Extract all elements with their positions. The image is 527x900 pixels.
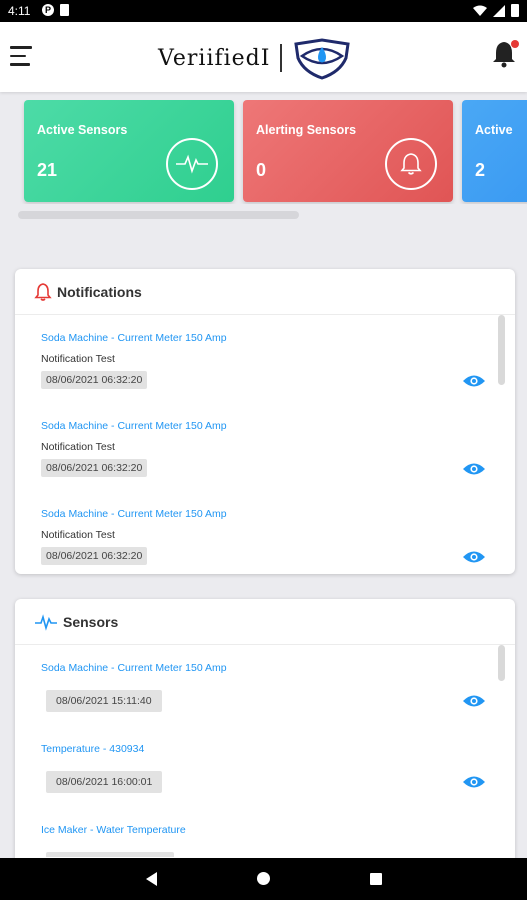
cards-scrollbar[interactable] xyxy=(18,211,299,219)
view-eye-icon[interactable] xyxy=(463,462,485,476)
active-card[interactable]: Active 2 xyxy=(462,100,527,202)
sensor-title: Soda Machine - Current Meter 150 Amp xyxy=(41,662,227,674)
notification-message: Notification Test xyxy=(41,441,115,453)
signal-icon xyxy=(493,4,505,17)
notification-message: Notification Test xyxy=(41,529,115,541)
app-logo: VeriifiedI xyxy=(158,36,352,80)
view-eye-icon[interactable] xyxy=(463,374,485,388)
notifications-bell-button[interactable] xyxy=(491,40,519,70)
alerting-sensors-card[interactable]: Alerting Sensors 0 xyxy=(243,100,453,202)
pulse-icon xyxy=(166,138,218,190)
logo-divider xyxy=(280,44,282,72)
sensors-title: Sensors xyxy=(63,614,119,630)
card-value: 2 xyxy=(475,160,486,180)
notification-title: Soda Machine - Current Meter 150 Amp xyxy=(41,420,227,432)
app-notification-icon: P xyxy=(42,4,54,16)
notification-date: 08/06/2021 06:32:20 xyxy=(41,371,148,389)
card-title: Active xyxy=(475,123,513,137)
back-icon[interactable] xyxy=(146,872,157,886)
pulse-icon xyxy=(35,614,57,631)
bell-outline-icon xyxy=(34,283,52,301)
sensors-list[interactable]: Soda Machine - Current Meter 150 Amp 08/… xyxy=(25,645,507,857)
sensors-scrollbar[interactable] xyxy=(498,645,505,681)
sensors-panel: Sensors Soda Machine - Current Meter 150… xyxy=(15,599,515,869)
wifi-icon xyxy=(473,5,487,16)
logo-text: VeriifiedI xyxy=(158,45,271,71)
sensor-title: Temperature - 430934 xyxy=(41,743,145,755)
view-eye-icon[interactable] xyxy=(463,694,485,708)
sensor-date: 08/06/2021 16:00:01 xyxy=(46,771,163,793)
view-eye-icon[interactable] xyxy=(463,775,485,789)
sensor-date xyxy=(46,852,174,857)
system-nav-bar xyxy=(0,858,527,900)
sensors-header: Sensors xyxy=(15,599,515,645)
card-title: Active Sensors xyxy=(37,123,128,137)
bell-icon xyxy=(385,138,437,190)
notification-message: Notification Test xyxy=(41,353,115,365)
menu-button[interactable] xyxy=(10,46,32,66)
notifications-header: Notifications xyxy=(15,269,515,315)
notification-title: Soda Machine - Current Meter 150 Amp xyxy=(41,332,227,344)
card-value: 21 xyxy=(37,160,58,180)
notification-date: 08/06/2021 06:32:20 xyxy=(41,547,148,565)
sensor-date: 08/06/2021 15:11:40 xyxy=(46,690,162,712)
sd-card-icon xyxy=(60,4,69,16)
notifications-panel: Notifications Soda Machine - Current Met… xyxy=(15,269,515,574)
notification-date: 08/06/2021 06:32:20 xyxy=(41,459,148,477)
view-eye-icon[interactable] xyxy=(463,856,485,857)
notifications-list[interactable]: Soda Machine - Current Meter 150 Amp Not… xyxy=(25,315,507,570)
status-bar: 4:11 P xyxy=(0,0,527,22)
notifications-title: Notifications xyxy=(57,284,142,300)
card-title: Alerting Sensors xyxy=(256,123,357,137)
notifications-scrollbar[interactable] xyxy=(498,315,505,385)
unread-badge xyxy=(511,40,519,48)
app-bar: VeriifiedI xyxy=(0,22,527,92)
battery-icon xyxy=(511,4,519,17)
sensor-title: Ice Maker - Water Temperature xyxy=(41,824,186,836)
recent-apps-icon[interactable] xyxy=(370,873,382,885)
home-icon[interactable] xyxy=(257,872,270,885)
status-time: 4:11 xyxy=(8,4,31,18)
view-eye-icon[interactable] xyxy=(463,550,485,564)
card-value: 0 xyxy=(256,160,267,180)
notification-title: Soda Machine - Current Meter 150 Amp xyxy=(41,508,227,520)
active-sensors-card[interactable]: Active Sensors 21 xyxy=(24,100,234,202)
shield-eye-icon xyxy=(294,38,350,80)
summary-cards-carousel[interactable]: Active Sensors 21 Alerting Sensors 0 Act… xyxy=(0,100,527,204)
